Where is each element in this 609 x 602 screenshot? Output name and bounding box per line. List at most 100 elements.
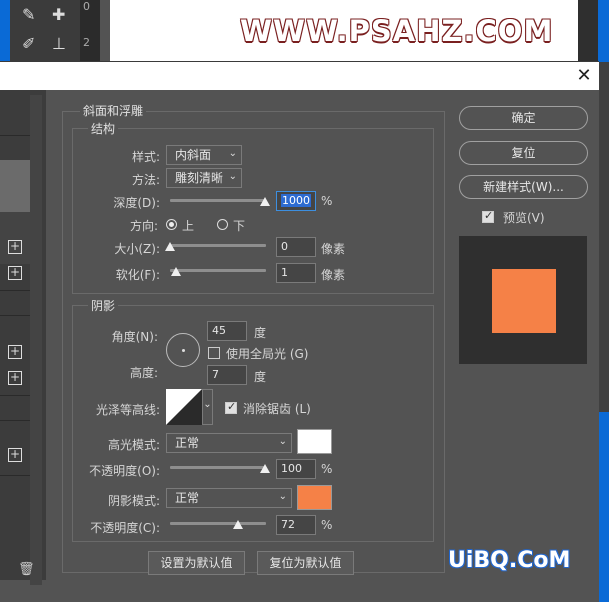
vertical-ruler: 0 2: [80, 0, 100, 62]
styles-list-scrollbar[interactable]: [30, 95, 42, 585]
altitude-input[interactable]: 7: [207, 365, 247, 385]
highlight-mode-value: 正常: [175, 436, 200, 450]
shadow-opacity-label: 不透明度(C):: [90, 521, 160, 535]
styles-list-selected-item[interactable]: [0, 160, 30, 212]
shadow-opacity-input[interactable]: 72: [276, 515, 316, 535]
divider: [0, 135, 30, 136]
shadow-color-swatch[interactable]: [297, 485, 332, 510]
reset-default-button[interactable]: 复位为默认值: [257, 551, 354, 575]
ok-button[interactable]: 确定: [459, 106, 588, 130]
angle-dial[interactable]: [166, 333, 200, 367]
highlight-opacity-slider[interactable]: [170, 466, 266, 469]
depth-input-value: 1000: [281, 194, 311, 207]
add-effect-icon[interactable]: +: [8, 345, 22, 359]
add-effect-icon[interactable]: +: [8, 371, 22, 385]
styles-list-item[interactable]: [0, 212, 30, 264]
watermark-bottom: UiBQ.CoM: [448, 548, 571, 573]
add-effect-icon[interactable]: +: [8, 448, 22, 462]
add-effect-icon[interactable]: +: [8, 240, 22, 254]
divider: [0, 420, 30, 421]
size-slider-thumb[interactable]: [165, 242, 175, 251]
eyedropper-icon[interactable]: ✎: [22, 5, 35, 24]
direction-down-radio[interactable]: [217, 219, 228, 230]
depth-unit: %: [321, 194, 333, 208]
ruler-mark-bottom: 2: [83, 36, 90, 49]
new-style-button[interactable]: 新建样式(W)...: [459, 175, 588, 199]
soften-unit: 像素: [321, 268, 346, 282]
method-select[interactable]: 雕刻清晰 ⌄: [166, 168, 242, 188]
size-input[interactable]: 0: [276, 237, 316, 257]
global-light-checkbox[interactable]: [208, 347, 220, 359]
style-preview: [459, 236, 587, 364]
right-scrollbar[interactable]: [599, 62, 609, 602]
size-slider[interactable]: [170, 244, 266, 247]
trash-icon[interactable]: 🗑: [18, 562, 35, 577]
anti-alias-checkbox[interactable]: [225, 400, 237, 414]
shadow-mode-select[interactable]: 正常 ⌄: [166, 488, 292, 508]
chevron-down-icon: ⌄: [278, 491, 287, 502]
chevron-down-icon: ⌄: [228, 171, 237, 182]
highlight-color-swatch[interactable]: [297, 429, 332, 454]
direction-up-label: 上: [182, 219, 195, 233]
shadow-opacity-slider-thumb[interactable]: [233, 520, 243, 529]
divider: [0, 395, 30, 396]
direction-up-radio[interactable]: [166, 219, 177, 230]
set-default-button[interactable]: 设置为默认值: [148, 551, 245, 575]
tools-column: ✎ ✚ ✐ ⊥: [10, 0, 80, 62]
highlight-color-fill: [298, 430, 331, 453]
chevron-down-icon: ⌄: [203, 399, 212, 410]
preview-swatch: [492, 269, 556, 333]
depth-slider-thumb[interactable]: [260, 197, 270, 206]
style-label: 样式:: [131, 150, 160, 164]
divider: [0, 475, 30, 476]
soften-input[interactable]: 1: [276, 263, 316, 283]
add-effect-icon[interactable]: +: [8, 266, 22, 280]
gloss-contour-preview[interactable]: [166, 389, 202, 425]
anti-alias-label: 消除锯齿 (L): [243, 402, 311, 416]
depth-label: 深度(D):: [113, 196, 160, 210]
divider: [0, 290, 30, 291]
style-select-value: 内斜面: [175, 148, 212, 162]
angle-input[interactable]: 45: [207, 321, 247, 341]
bevel-emboss-title: 斜面和浮雕: [80, 102, 147, 119]
shadow-opacity-slider[interactable]: [170, 522, 266, 525]
highlight-opacity-input[interactable]: 100: [276, 459, 316, 479]
gloss-contour-dropdown[interactable]: ⌄: [202, 389, 213, 425]
right-accent-bar: [598, 0, 609, 62]
preview-checkbox[interactable]: [482, 209, 494, 223]
tools-panel: ✎ ✚ ✐ ⊥ 0 2: [0, 0, 110, 62]
clone-stamp-icon[interactable]: ⊥: [52, 34, 66, 53]
chevron-down-icon: ⌄: [278, 436, 287, 447]
brush-icon[interactable]: ✐: [22, 34, 35, 53]
method-select-value: 雕刻清晰: [175, 171, 224, 185]
reset-button[interactable]: 复位: [459, 141, 588, 165]
method-label: 方法:: [131, 173, 160, 187]
depth-slider[interactable]: [170, 199, 266, 202]
direction-down-label: 下: [233, 219, 246, 233]
divider: [0, 315, 30, 316]
highlight-mode-label: 高光模式:: [107, 438, 160, 452]
depth-input[interactable]: 1000: [276, 191, 316, 211]
soften-slider[interactable]: [170, 269, 266, 272]
shadow-mode-value: 正常: [175, 491, 200, 505]
right-scrollbar-accent: [599, 412, 609, 602]
size-unit: 像素: [321, 242, 346, 256]
healing-brush-icon[interactable]: ✚: [52, 5, 65, 24]
highlight-mode-select[interactable]: 正常 ⌄: [166, 433, 292, 453]
angle-label: 角度(N):: [111, 330, 158, 344]
highlight-opacity-slider-thumb[interactable]: [260, 464, 270, 473]
shadow-opacity-unit: %: [321, 518, 333, 532]
layer-style-dialog: ✕ + + + + + 🗑 斜面和浮雕 结构 样式: 内斜面 ⌄ 方法: 雕刻清晰…: [0, 61, 599, 585]
contour-linear-icon: [166, 389, 202, 425]
shading-title: 阴影: [88, 297, 119, 314]
highlight-opacity-label: 不透明度(O):: [89, 464, 160, 478]
structure-title: 结构: [88, 120, 119, 137]
style-select[interactable]: 内斜面 ⌄: [166, 145, 242, 165]
highlight-opacity-unit: %: [321, 462, 333, 476]
global-light-label: 使用全局光 (G): [226, 347, 309, 361]
shadow-mode-label: 阴影模式:: [107, 494, 160, 508]
soften-slider-thumb[interactable]: [171, 267, 181, 276]
gloss-contour-label: 光泽等高线:: [95, 403, 160, 417]
close-icon[interactable]: ✕: [574, 66, 594, 86]
chevron-down-icon: ⌄: [228, 148, 237, 159]
